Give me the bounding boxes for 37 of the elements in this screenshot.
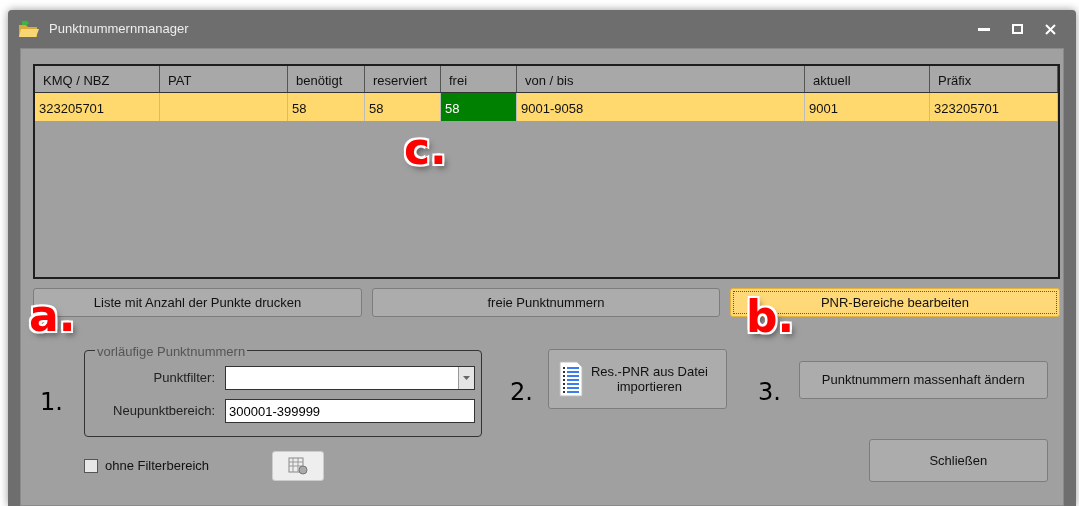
step-number: 1.: [40, 387, 64, 418]
import-button[interactable]: Res.-PNR aus Datei importieren: [547, 349, 727, 409]
step-number: 3.: [757, 377, 781, 408]
column-header[interactable]: reserviert: [365, 66, 441, 92]
document-icon: [558, 361, 583, 397]
table-cell: 323205701: [930, 93, 1058, 121]
column-header[interactable]: von / bis: [517, 66, 805, 92]
column-header[interactable]: KMQ / NBZ: [35, 66, 160, 92]
dropdown-arrow-icon: [463, 376, 470, 380]
action-button[interactable]: freie Punktnummern: [372, 288, 720, 317]
callout-label: c.: [404, 127, 447, 171]
folder-icon: [18, 20, 40, 38]
column-header[interactable]: benötigt: [288, 66, 365, 92]
mass-change-button[interactable]: Punktnummern massenhaft ändern: [798, 361, 1048, 399]
table-cell: 9001: [805, 93, 930, 121]
window-title: Punktnummernmanager: [49, 20, 189, 39]
table-row[interactable]: 323205701 58 58 58 9001-9058 9001 323205701: [35, 93, 1058, 121]
close-dialog-button[interactable]: Schließen: [868, 439, 1048, 482]
column-header[interactable]: PAT: [160, 66, 288, 92]
table-cell: 58: [288, 93, 365, 121]
range-input[interactable]: 300001-399999: [225, 399, 475, 423]
field-label: Punktfilter:: [152, 369, 215, 388]
checkbox[interactable]: [84, 459, 98, 473]
column-header[interactable]: frei: [441, 66, 517, 92]
table-cell: 9001-9058: [517, 93, 805, 121]
table-cell: 58: [441, 93, 517, 121]
table-cell: 323205701: [35, 93, 160, 121]
maximize-icon[interactable]: [1012, 24, 1023, 34]
checkbox-label[interactable]: ohne Filterbereich: [105, 456, 210, 476]
close-icon[interactable]: [1045, 23, 1056, 35]
grid-gear-icon: [288, 457, 309, 475]
filter-dropdown[interactable]: [225, 366, 475, 390]
step-number: 2.: [510, 377, 533, 408]
column-header[interactable]: Präfix: [930, 66, 1058, 92]
field-label: Neupunktbereich:: [112, 402, 215, 421]
column-header[interactable]: aktuell: [805, 66, 930, 92]
minimize-icon[interactable]: [978, 27, 990, 31]
